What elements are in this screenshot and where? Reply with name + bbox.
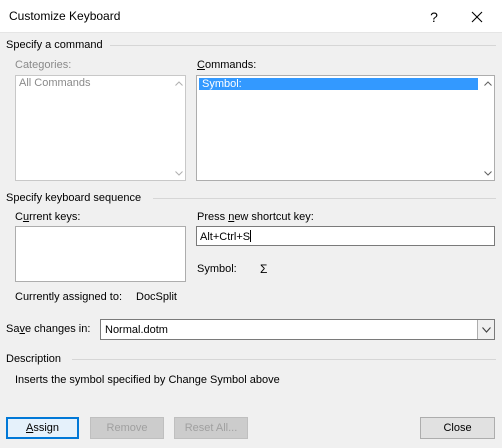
reset-all-button[interactable]: Reset All... — [174, 417, 248, 439]
chevron-up-icon — [483, 80, 492, 86]
close-icon — [471, 11, 482, 22]
chevron-down-icon — [174, 170, 183, 176]
new-shortcut-label: Press new shortcut key: — [197, 211, 314, 223]
save-changes-dropdown-button[interactable] — [477, 320, 494, 339]
commands-listbox[interactable]: Symbol: — [196, 75, 495, 181]
categories-item-all-commands[interactable]: All Commands — [16, 76, 185, 90]
commands-label-post: ommands: — [204, 59, 257, 71]
help-button[interactable]: ? — [417, 0, 451, 33]
close-button[interactable]: Close — [420, 417, 495, 439]
chevron-up-icon — [174, 80, 183, 86]
chevron-down-icon — [483, 170, 492, 176]
categories-scroll-up[interactable] — [173, 78, 184, 88]
help-glyph: ? — [430, 8, 438, 25]
keyboard-sequence-heading: Specify keyboard sequence — [6, 192, 142, 204]
keyboard-sequence-divider — [153, 198, 496, 199]
symbol-value: Σ — [260, 262, 268, 276]
current-keys-label-pre: C — [15, 211, 23, 223]
new-shortcut-label-post: ew shortcut key: — [234, 211, 314, 223]
description-text: Inserts the symbol specified by Change S… — [15, 374, 280, 386]
description-heading: Description — [6, 353, 62, 365]
close-window-button[interactable] — [451, 0, 502, 33]
remove-button[interactable]: Remove — [90, 417, 164, 439]
new-shortcut-input[interactable]: Alt+Ctrl+S — [196, 226, 495, 246]
commands-item-symbol[interactable]: Symbol: — [199, 78, 478, 90]
commands-scroll-down[interactable] — [482, 168, 493, 178]
categories-listbox[interactable]: All Commands — [15, 75, 186, 181]
categories-scroll-down[interactable] — [173, 168, 184, 178]
save-changes-value: Normal.dotm — [105, 324, 168, 336]
window-title: Customize Keyboard — [9, 9, 121, 23]
save-changes-label-post: e changes in: — [24, 323, 91, 335]
save-changes-label-pre: Sa — [6, 323, 20, 335]
specify-command-heading: Specify a command — [6, 39, 103, 51]
text-caret — [250, 230, 252, 242]
assign-button[interactable]: Assign — [6, 417, 79, 439]
chevron-down-icon — [481, 326, 491, 333]
new-shortcut-value: Alt+Ctrl+S — [200, 231, 251, 243]
commands-label: Commands: — [197, 59, 256, 71]
current-keys-listbox[interactable] — [15, 226, 186, 282]
commands-label-accel: C — [197, 59, 205, 71]
assign-accel: A — [25, 422, 34, 434]
categories-label: Categories: — [15, 59, 72, 71]
symbol-label: Symbol: — [197, 263, 237, 275]
save-changes-select[interactable]: Normal.dotm — [100, 319, 495, 340]
current-keys-label-post: rrent keys: — [29, 211, 81, 223]
currently-assigned-label: Currently assigned to: — [15, 291, 122, 303]
current-keys-label: Current keys: — [15, 211, 80, 223]
currently-assigned-value: DocSplit — [136, 291, 177, 303]
commands-scroll-up[interactable] — [482, 78, 493, 88]
new-shortcut-label-pre: Press — [197, 211, 229, 223]
specify-command-divider — [110, 45, 496, 46]
assign-label: ssign — [33, 422, 60, 434]
save-changes-label: Save changes in: — [6, 323, 90, 335]
description-divider — [72, 359, 496, 360]
